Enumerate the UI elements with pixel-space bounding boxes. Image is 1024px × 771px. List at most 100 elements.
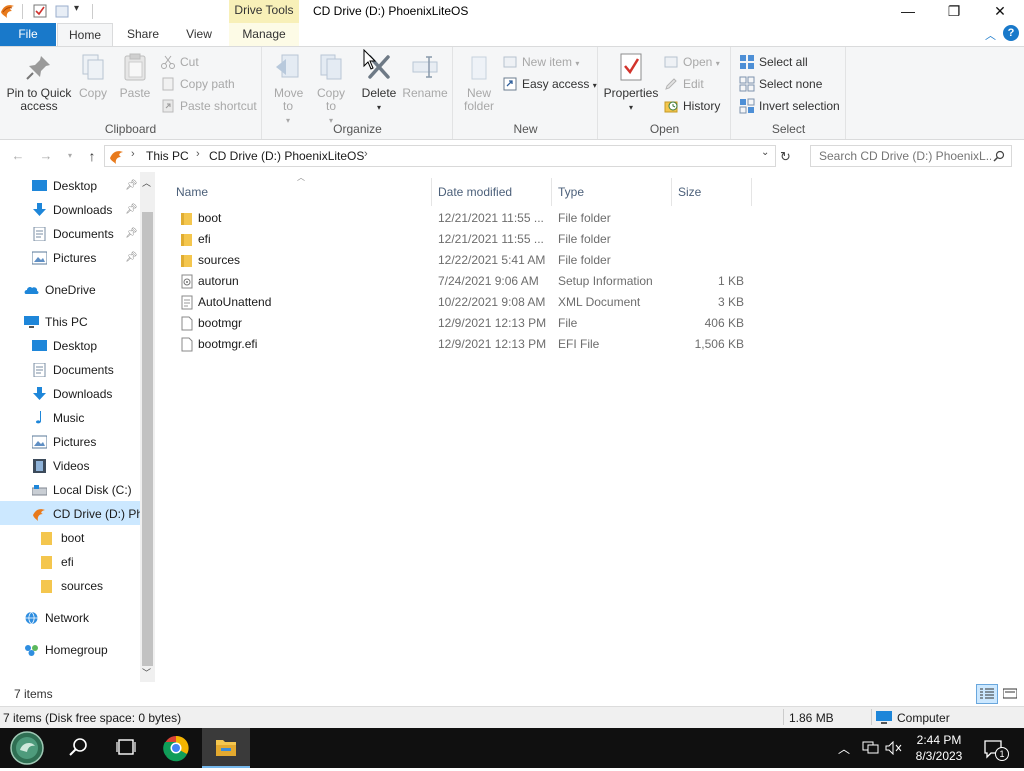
nav-item-qa-documents[interactable]: Documents 📌︎ [32, 222, 140, 246]
task-view-button[interactable] [102, 728, 150, 768]
nav-item-pc-desktop[interactable]: Desktop [32, 334, 140, 358]
up-button[interactable]: ↑ [82, 147, 102, 165]
nav-scrollbar-thumb[interactable] [142, 212, 153, 666]
address-bar[interactable]: › This PC › CD Drive (D:) PhoenixLiteOS … [104, 145, 776, 167]
rename-button[interactable]: Rename [401, 51, 449, 100]
file-row-efi[interactable]: efi 12/21/2021 11:55 ... File folder [176, 229, 756, 250]
tab-share[interactable]: Share [118, 23, 168, 46]
copy-button[interactable]: Copy [76, 51, 110, 100]
forward-button[interactable]: → [36, 147, 56, 165]
volume-muted-icon[interactable] [885, 741, 903, 755]
nav-item-qa-downloads[interactable]: Downloads 📌︎ [32, 198, 140, 222]
cd-drive-phoenix-icon [110, 151, 123, 164]
network-status-icon[interactable] [862, 741, 880, 755]
file-row-bootmgr[interactable]: bootmgr 12/9/2021 12:13 PM File 406 KB [176, 313, 756, 334]
new-folder-quick-icon[interactable] [54, 3, 70, 19]
invert-selection-button[interactable]: Invert selection [739, 97, 840, 115]
clock-date: 8/3/2023 [915, 749, 963, 763]
address-history-chevron-icon[interactable]: ⌄ [761, 147, 769, 158]
nav-scrollbar[interactable]: ︿ ﹀ [140, 172, 155, 682]
restore-button[interactable]: ❐ [931, 0, 977, 23]
nav-item-cd-boot[interactable]: boot [40, 526, 140, 550]
file-row-sources[interactable]: sources 12/22/2021 5:41 AM File folder [176, 250, 756, 271]
nav-item-cd-efi[interactable]: efi [40, 550, 140, 574]
nav-item-homegroup[interactable]: Homegroup [24, 638, 140, 662]
tab-view[interactable]: View [174, 23, 224, 46]
nav-item-pc-music[interactable]: Music [32, 406, 140, 430]
breadcrumb-cd-drive[interactable]: CD Drive (D:) PhoenixLiteOS [209, 149, 364, 163]
new-item-button[interactable]: New item ▾ [502, 53, 579, 71]
large-icons-view-button[interactable] [1000, 684, 1020, 704]
customize-quick-access-icon[interactable]: ▾ [74, 3, 79, 14]
nav-item-pc-videos[interactable]: Videos [32, 454, 140, 478]
column-header-name[interactable]: Name [170, 178, 432, 206]
easy-access-button[interactable]: Easy access ▾ [502, 75, 597, 93]
nav-item-onedrive[interactable]: OneDrive [24, 278, 140, 302]
properties-button[interactable]: Properties ▾ [603, 51, 659, 114]
file-row-autounattend[interactable]: AutoUnattend 10/22/2021 9:08 AM XML Docume… [176, 292, 756, 313]
search-taskbar-button[interactable] [54, 728, 102, 768]
history-button[interactable]: History [663, 97, 720, 115]
new-folder-button[interactable]: New folder [458, 51, 500, 113]
refresh-icon[interactable]: ↻ [780, 149, 791, 165]
recent-locations-button[interactable]: ▾ [60, 147, 80, 165]
paste-button[interactable]: Paste [116, 51, 154, 100]
file-row-boot[interactable]: boot 12/21/2021 11:55 ... File folder [176, 208, 756, 229]
chrome-taskbar-button[interactable] [152, 728, 200, 768]
properties-quick-icon[interactable] [32, 3, 48, 19]
copy-path-button[interactable]: Copy path [160, 75, 235, 93]
tab-manage[interactable]: Manage [229, 23, 299, 46]
chevron-down-icon: ▾ [67, 151, 72, 160]
column-header-date[interactable]: Date modified [432, 178, 552, 206]
new-folder-icon [471, 56, 487, 80]
scroll-up-icon[interactable]: ︿ [142, 176, 151, 189]
nav-item-pc-local-disk[interactable]: Local Disk (C:) [32, 478, 140, 502]
show-hidden-icons-chevron-icon[interactable]: ︿ [838, 740, 850, 757]
column-header-size[interactable]: Size [672, 178, 752, 206]
nav-item-qa-desktop[interactable]: Desktop 📌︎ [32, 174, 140, 198]
back-button[interactable]: ← [8, 147, 28, 165]
move-to-label: Move to [274, 86, 304, 113]
minimize-button[interactable]: — [885, 0, 931, 23]
nav-item-network[interactable]: Network [24, 606, 140, 630]
details-view-button[interactable] [976, 684, 998, 704]
select-none-button[interactable]: Select none [739, 75, 822, 93]
open-button[interactable]: Open ▾ [663, 53, 720, 71]
nav-item-pc-documents[interactable]: Documents [32, 358, 140, 382]
nav-item-pc-cd-drive[interactable]: CD Drive (D:) PhoenixLiteOS [32, 502, 140, 526]
nav-item-cd-sources[interactable]: sources [40, 574, 140, 598]
breadcrumb-this-pc[interactable]: This PC [146, 149, 189, 163]
help-icon[interactable]: ? [1003, 25, 1019, 41]
tab-file[interactable]: File [0, 23, 56, 46]
file-row-bootmgr-efi[interactable]: bootmgr.efi 12/9/2021 12:13 PM EFI File 1,5… [176, 334, 756, 355]
cut-button[interactable]: Cut [160, 53, 199, 71]
file-name: efi [198, 232, 211, 246]
scroll-down-icon[interactable]: ﹀ [142, 666, 151, 679]
start-button[interactable] [2, 728, 50, 768]
nav-item-qa-pictures[interactable]: Pictures 📌︎ [32, 246, 140, 270]
copy-to-button[interactable]: Copy to ▾ [311, 51, 351, 127]
pin-to-quick-access-button[interactable]: Pin to Quick access [4, 51, 74, 113]
nav-item-pc-downloads[interactable]: Downloads [32, 382, 140, 406]
nav-label: Pictures [53, 251, 97, 265]
nav-item-this-pc[interactable]: This PC [24, 310, 140, 334]
column-header-type[interactable]: Type [552, 178, 672, 206]
search-input[interactable] [811, 146, 991, 166]
file-row-autorun[interactable]: autorun 7/24/2021 9:06 AM Setup Informatio… [176, 271, 756, 292]
select-all-button[interactable]: Select all [739, 53, 808, 71]
nav-item-pc-pictures[interactable]: Pictures [32, 430, 140, 454]
collapse-ribbon-icon[interactable]: ︿ [985, 27, 996, 43]
search-box[interactable] [810, 145, 1012, 167]
file-explorer-taskbar-button[interactable] [202, 728, 250, 768]
search-icon[interactable] [993, 150, 1005, 162]
rename-icon [412, 56, 438, 78]
taskbar-clock[interactable]: 2:44 PM 8/3/2023 [906, 732, 972, 764]
tab-home[interactable]: Home [57, 23, 113, 47]
close-button[interactable]: ✕ [977, 0, 1023, 23]
edit-button[interactable]: Edit [663, 75, 704, 93]
pin-label: Pin to Quick access [6, 86, 72, 113]
paste-shortcut-button[interactable]: Paste shortcut [160, 97, 257, 115]
move-to-button[interactable]: Move to ▾ [267, 51, 309, 127]
invert-selection-label: Invert selection [759, 99, 840, 113]
file-size: 1 KB [717, 274, 744, 288]
